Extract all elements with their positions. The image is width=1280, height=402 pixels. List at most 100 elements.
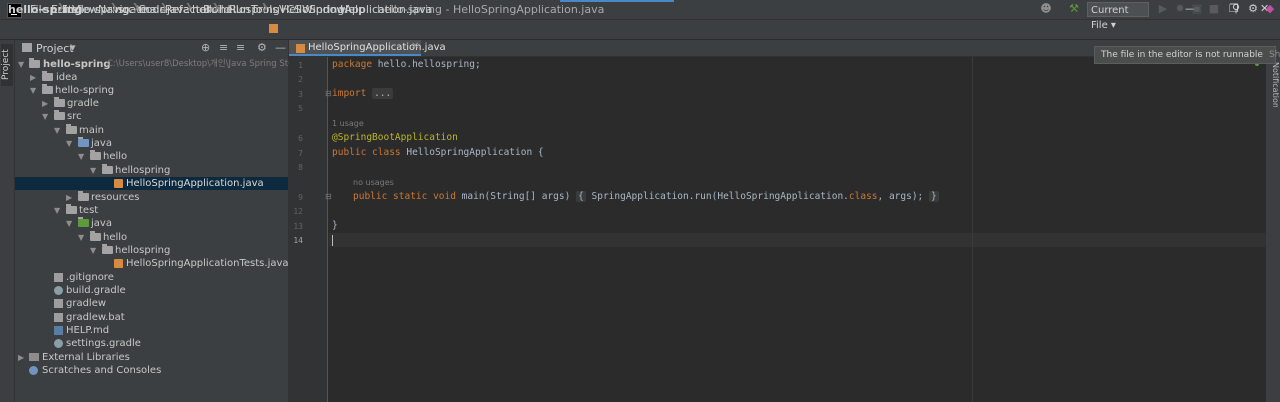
tree-label: HELP.md [66,325,110,336]
package-icon [90,150,101,160]
tree-item-test-java[interactable]: ▼ java [15,217,288,230]
tree-label: settings.gradle [66,338,141,349]
tooltip-text: The file in the editor is not runnable [1101,50,1263,60]
tree-item-gradle[interactable]: ▶ gradle [15,97,288,110]
tree-item-main[interactable]: ▼ main [15,124,288,137]
user-icon[interactable]: ☻ [1040,3,1052,15]
chevron-down-icon: ▾ [1110,20,1116,31]
tree-item-test-hellospring[interactable]: ▼ hellospring [15,244,288,257]
tree-item-settings-gradle[interactable]: settings.gradle [15,337,288,350]
markdown-file-icon [54,326,63,335]
editor-tab-label[interactable]: HelloSpringApplication.java [308,42,446,53]
folder-icon [42,71,53,81]
notifications-tool-button[interactable]: Notifications [1266,62,1280,107]
tree-item-gradlew-bat[interactable]: gradlew.bat [15,311,288,324]
debug-icon[interactable]: ✸ [1174,3,1186,15]
coverage-icon[interactable]: ▣ [1191,3,1203,15]
settings-icon[interactable]: ⚙ [1247,3,1259,15]
folded-imports[interactable]: ... [372,88,394,99]
current-line-highlight [329,233,1280,247]
project-panel-title[interactable]: Project [36,42,74,55]
tree-item-hellospring[interactable]: ▼ hellospring [15,164,288,177]
line-number: 3 [298,90,303,99]
run-configuration-dropdown[interactable]: Current File ▾ [1087,2,1149,31]
tree-item-hello-spring[interactable]: ▼ hello-spring [15,84,288,97]
code-text: } [332,220,338,231]
text-caret [332,235,333,246]
code-line-6: @SpringBootApplication [332,132,458,143]
gear-icon[interactable]: ⚙ [257,41,267,54]
folder-icon [54,110,65,120]
tooltip-shortcut: Shift+F10 [1268,50,1280,60]
tree-item-idea[interactable]: ▶ idea [15,71,288,84]
chevron-down-icon: ▼ [30,86,37,95]
keyword: public class [332,147,401,158]
folded-brace[interactable]: { [576,191,586,202]
tree-item-test-hello[interactable]: ▼ hello [15,231,288,244]
code-text: hello.hellospring; [372,59,481,70]
folder-icon [66,204,77,214]
breadcrumb-hellospring[interactable]: hellospring [219,3,280,16]
right-tool-stripe [1266,57,1280,402]
line-number-current: 14 [293,236,303,245]
breadcrumb-file[interactable]: HelloSpringApplication.java [281,3,432,16]
chevron-right-icon: ▶ [18,353,25,362]
keyword: class [848,191,878,202]
tree-item-test[interactable]: ▼ test [15,204,288,217]
tree-item-root[interactable]: ▼ hello-spring C:\Users\user8\Desktop\개인… [15,58,317,71]
tree-item-gitignore[interactable]: .gitignore [15,271,288,284]
hammer-icon[interactable]: ⚒ [1068,3,1080,15]
expand-all-icon[interactable]: ≡ [219,41,228,54]
code-editor[interactable] [329,57,1280,402]
tree-item-src[interactable]: ▼ src [15,110,288,123]
tree-item-hellospringapplication[interactable]: HelloSpringApplication.java [15,177,288,190]
code-line-3: import ... [332,88,394,99]
line-number: 6 [298,134,303,143]
navigation-bar [0,20,1280,40]
run-icon[interactable]: ▶ [1157,3,1169,15]
project-view-icon [22,43,32,52]
tree-label: java [91,138,112,149]
tree-item-scratches[interactable]: Scratches and Consoles [15,364,288,377]
gradle-file-icon [54,286,63,295]
usage-hint[interactable]: no usages [353,178,394,187]
test-folder-icon [78,217,89,227]
usage-hint[interactable]: 1 usage [332,119,364,128]
fold-icon[interactable]: ⊟ [325,89,332,98]
line-number: 8 [298,163,303,172]
chevron-down-icon[interactable]: ▾ [70,41,76,54]
folded-brace[interactable]: } [929,191,939,202]
tree-item-hellospringapplicationtests[interactable]: HelloSpringApplicationTests.java [15,257,289,270]
tree-item-external-libraries[interactable]: ▶ External Libraries [15,351,288,364]
keyword: public static void [353,191,456,202]
tree-item-resources[interactable]: ▶ resources [15,191,288,204]
keyword: import [332,88,367,99]
tree-item-gradlew[interactable]: gradlew [15,297,288,310]
tree-label: gradlew [66,298,107,309]
tree-label: hello-spring [55,85,115,96]
search-icon[interactable]: ⚲ [1230,3,1242,15]
chevron-right-icon: ▶ [42,99,49,108]
folder-icon [66,124,77,134]
tree-label: src [67,111,82,122]
crosshair-icon[interactable]: ⊕ [201,41,210,54]
stop-icon[interactable]: ■ [1208,3,1220,15]
tree-item-help-md[interactable]: HELP.md [15,324,288,337]
package-icon [102,164,113,174]
tree-item-build-gradle[interactable]: build.gradle [15,284,288,297]
fold-icon[interactable]: ⊟ [325,192,332,201]
tree-label: main [79,125,104,136]
hide-panel-icon[interactable]: — [275,41,286,54]
tree-item-java[interactable]: ▼ java [15,137,288,150]
chevron-right-icon: ▶ [66,193,73,202]
chevron-down-icon: ▼ [66,219,73,228]
close-tab-icon[interactable]: ✕ [411,41,419,52]
code-text: HelloSpringApplication { [400,147,544,158]
tree-item-hello[interactable]: ▼ hello [15,150,288,163]
collapse-all-icon[interactable]: ≡ [236,41,245,54]
tree-label: hellospring [115,165,171,176]
ide-logo-icon[interactable]: ◆ [1264,3,1276,15]
project-tool-button[interactable]: Project [1,44,13,86]
gitignore-file-icon [54,273,63,282]
chevron-down-icon: ▼ [90,166,97,175]
